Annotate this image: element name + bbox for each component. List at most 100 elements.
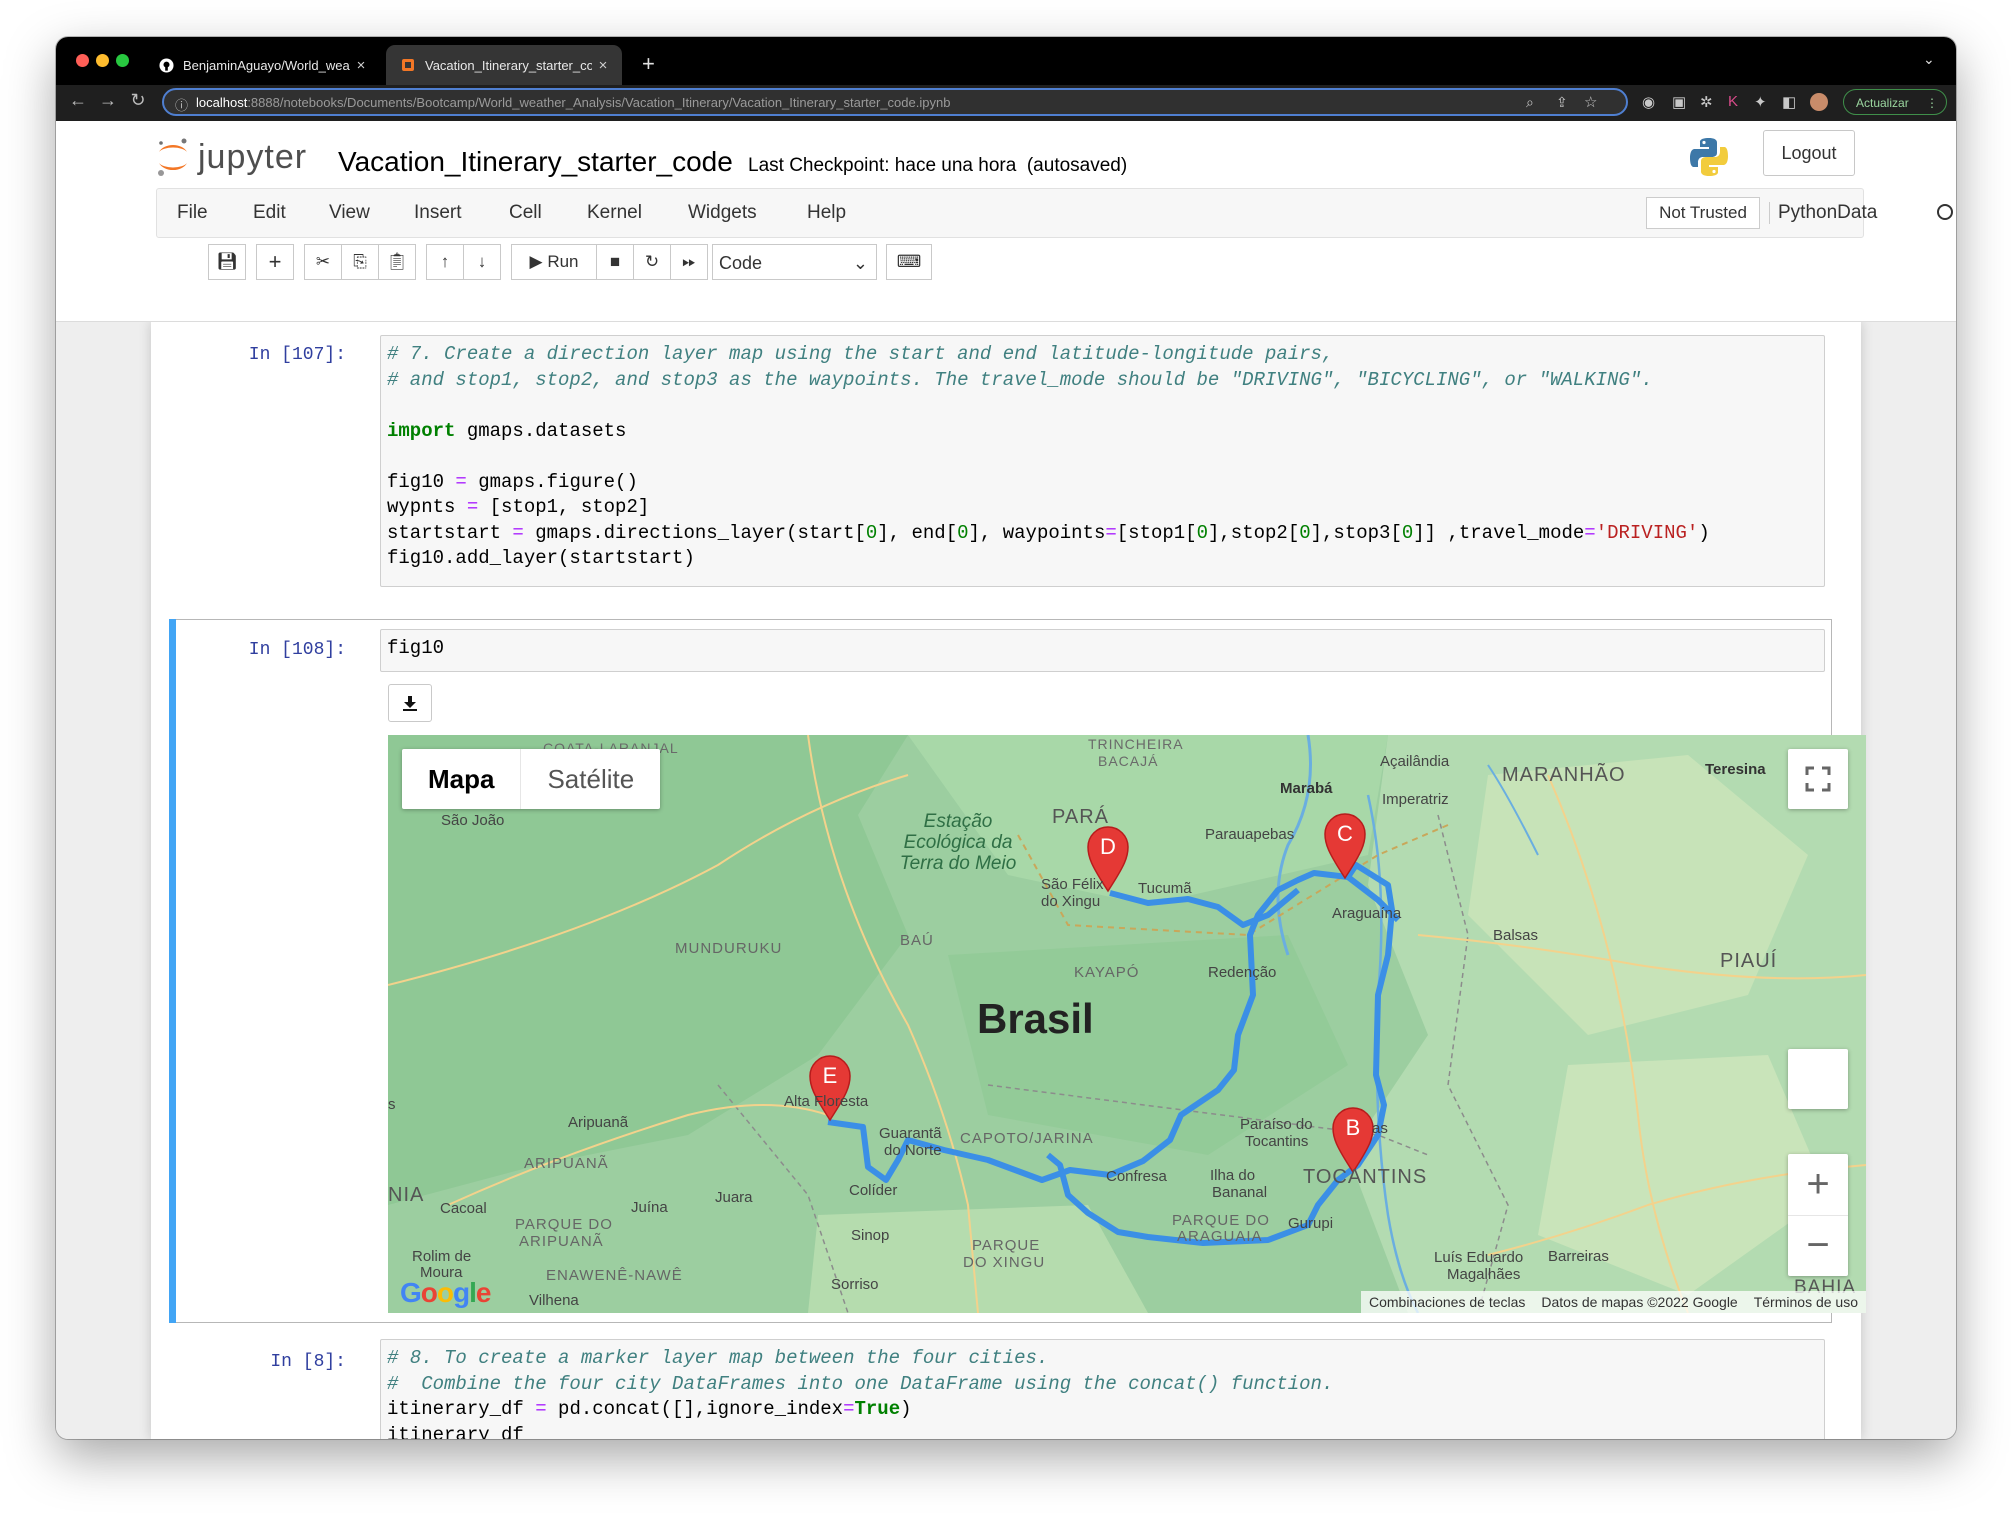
map-type-map-button[interactable]: Mapa: [402, 749, 520, 809]
menu-help[interactable]: Help: [807, 202, 846, 224]
marker-b-label: B: [1346, 1115, 1361, 1140]
github-icon: [158, 57, 174, 73]
zoom-out-button[interactable]: −: [1788, 1216, 1848, 1277]
map-label: Juína: [631, 1199, 668, 1216]
code-cell-input[interactable]: # 7. Create a direction layer map using …: [380, 335, 1825, 587]
map-type-control: Mapa Satélite: [402, 749, 661, 809]
update-button[interactable]: Actualizar ⋮: [1843, 89, 1947, 115]
map-label: do Norte: [884, 1142, 942, 1159]
reload-icon[interactable]: ↻: [126, 90, 150, 111]
map-label: ARIPUANÃ: [524, 1155, 609, 1172]
url-text: localhost:8888/notebooks/Documents/Bootc…: [196, 95, 951, 110]
not-trusted-button[interactable]: Not Trusted: [1646, 197, 1760, 229]
site-info-icon[interactable]: ⓘ: [175, 95, 188, 114]
map-label: ENAWENÊ-NAWÊ: [546, 1267, 683, 1284]
puzzle-extensions-icon[interactable]: ✦: [1754, 93, 1767, 111]
zoom-window-button[interactable]: [116, 54, 129, 67]
cell-type-select[interactable]: Code ⌄: [712, 244, 877, 280]
interrupt-button[interactable]: ■: [596, 244, 634, 280]
tab-search-icon[interactable]: ⌄: [1923, 51, 1935, 68]
map-label: Juara: [715, 1189, 753, 1206]
map-label: Imperatriz: [1382, 791, 1449, 808]
notebook-name[interactable]: Vacation_Itinerary_starter_code: [338, 146, 733, 178]
menu-edit[interactable]: Edit: [253, 202, 286, 224]
cut-button[interactable]: ✂: [304, 244, 342, 280]
avatar[interactable]: [1810, 93, 1828, 111]
copy-button[interactable]: ⎘: [341, 244, 379, 280]
arrow-up-icon: ↑: [440, 252, 450, 271]
tab-github[interactable]: BenjaminAguayo/World_weath ×: [144, 45, 380, 85]
code-cell-input[interactable]: fig10: [380, 629, 1825, 672]
map-label: PARQUE DO: [1172, 1212, 1270, 1229]
download-button[interactable]: [388, 684, 432, 722]
map-label: Ilha do: [1210, 1167, 1255, 1184]
marker-c-label: C: [1337, 821, 1353, 846]
menu-cell[interactable]: Cell: [509, 202, 542, 224]
extension-icon[interactable]: ◉: [1642, 93, 1655, 111]
new-tab-button[interactable]: +: [642, 51, 655, 77]
map-label: PIAUÍ: [1720, 949, 1777, 972]
map-type-satellite-button[interactable]: Satélite: [520, 749, 660, 809]
command-palette-button[interactable]: ⌨: [886, 244, 932, 280]
kernel-name[interactable]: PythonData: [1769, 202, 1877, 224]
cell-prompt: In [108]:: [248, 640, 346, 660]
map-canvas[interactable]: D C E B COATA-LARANJAL TRINCHEIRA BACAJÁ…: [388, 735, 1866, 1313]
gear-extension-icon[interactable]: ✲: [1700, 93, 1713, 111]
map-widget[interactable]: D C E B COATA-LARANJAL TRINCHEIRA BACAJÁ…: [388, 735, 1866, 1313]
restart-icon: ↻: [644, 252, 660, 271]
map-attribution: Combinaciones de teclas Datos de mapas ©…: [1360, 1291, 1866, 1313]
menu-widgets[interactable]: Widgets: [688, 202, 757, 224]
terms-of-use-link[interactable]: Términos de uso: [1746, 1294, 1866, 1310]
map-label: Aripuanã: [568, 1114, 629, 1131]
code-cell-input[interactable]: # 8. To create a marker layer map betwee…: [380, 1339, 1825, 1439]
paste-button[interactable]: 📋︎: [378, 244, 416, 280]
minimize-window-button[interactable]: [96, 54, 109, 67]
map-label: Marabá: [1280, 780, 1333, 797]
back-arrow-icon[interactable]: ←: [66, 90, 90, 111]
map-label: MARANHÃO: [1502, 762, 1626, 786]
map-label: São Félix: [1041, 876, 1104, 893]
menu-kernel[interactable]: Kernel: [587, 202, 642, 224]
extension-icon[interactable]: ▣: [1672, 93, 1686, 111]
map-label: Rolim de: [412, 1248, 471, 1265]
cell-prompt: In [8]:: [270, 1352, 346, 1372]
share-icon[interactable]: ⇪: [1556, 94, 1568, 111]
map-label: Balsas: [1493, 927, 1538, 944]
move-up-button[interactable]: ↑: [426, 244, 464, 280]
keyboard-shortcuts-link[interactable]: Combinaciones de teclas: [1361, 1294, 1533, 1310]
close-tab-icon[interactable]: ×: [350, 57, 372, 74]
logout-button[interactable]: Logout: [1763, 130, 1855, 176]
restart-run-all-button[interactable]: ⏩︎: [670, 244, 708, 280]
close-window-button[interactable]: [76, 54, 89, 67]
map-data-text: Datos de mapas ©2022 Google: [1541, 1294, 1738, 1310]
side-panel-icon[interactable]: ◧: [1782, 93, 1796, 111]
menu-insert[interactable]: Insert: [414, 202, 462, 224]
close-tab-icon[interactable]: ×: [592, 57, 614, 74]
map-label: Bananal: [1212, 1184, 1267, 1201]
google-logo[interactable]: Google: [400, 1277, 491, 1309]
extension-icon[interactable]: K: [1728, 93, 1738, 110]
floppy-icon: 💾︎: [216, 252, 238, 271]
save-button[interactable]: 💾︎: [208, 244, 246, 280]
tab-title: Vacation_Itinerary_starter_cod: [425, 57, 592, 73]
menu-file[interactable]: File: [177, 202, 208, 224]
jupyter-logo[interactable]: jupyter: [156, 133, 307, 181]
run-button[interactable]: ▶ Run: [511, 244, 597, 280]
map-label: Parauapebas: [1205, 826, 1294, 843]
tab-notebook[interactable]: Vacation_Itinerary_starter_cod ×: [386, 45, 622, 85]
move-down-button[interactable]: ↓: [463, 244, 501, 280]
forward-arrow-icon[interactable]: →: [96, 90, 120, 111]
street-view-pegman-button[interactable]: [1788, 1049, 1848, 1109]
menu-view[interactable]: View: [329, 202, 370, 224]
arrow-down-icon: ↓: [477, 252, 487, 271]
copy-icon: ⎘: [353, 252, 367, 271]
url-input[interactable]: ⓘ localhost:8888/notebooks/Documents/Boo…: [162, 88, 1628, 116]
insert-cell-button[interactable]: +: [256, 244, 294, 280]
bookmark-star-icon[interactable]: ☆: [1584, 93, 1597, 111]
map-label: Luís Eduardo: [1434, 1249, 1523, 1266]
clipboard-icon: 📋︎: [386, 252, 408, 271]
zoom-icon[interactable]: ⌕: [1526, 94, 1534, 111]
fullscreen-button[interactable]: [1788, 749, 1848, 809]
restart-button[interactable]: ↻: [633, 244, 671, 280]
zoom-in-button[interactable]: +: [1788, 1154, 1848, 1216]
